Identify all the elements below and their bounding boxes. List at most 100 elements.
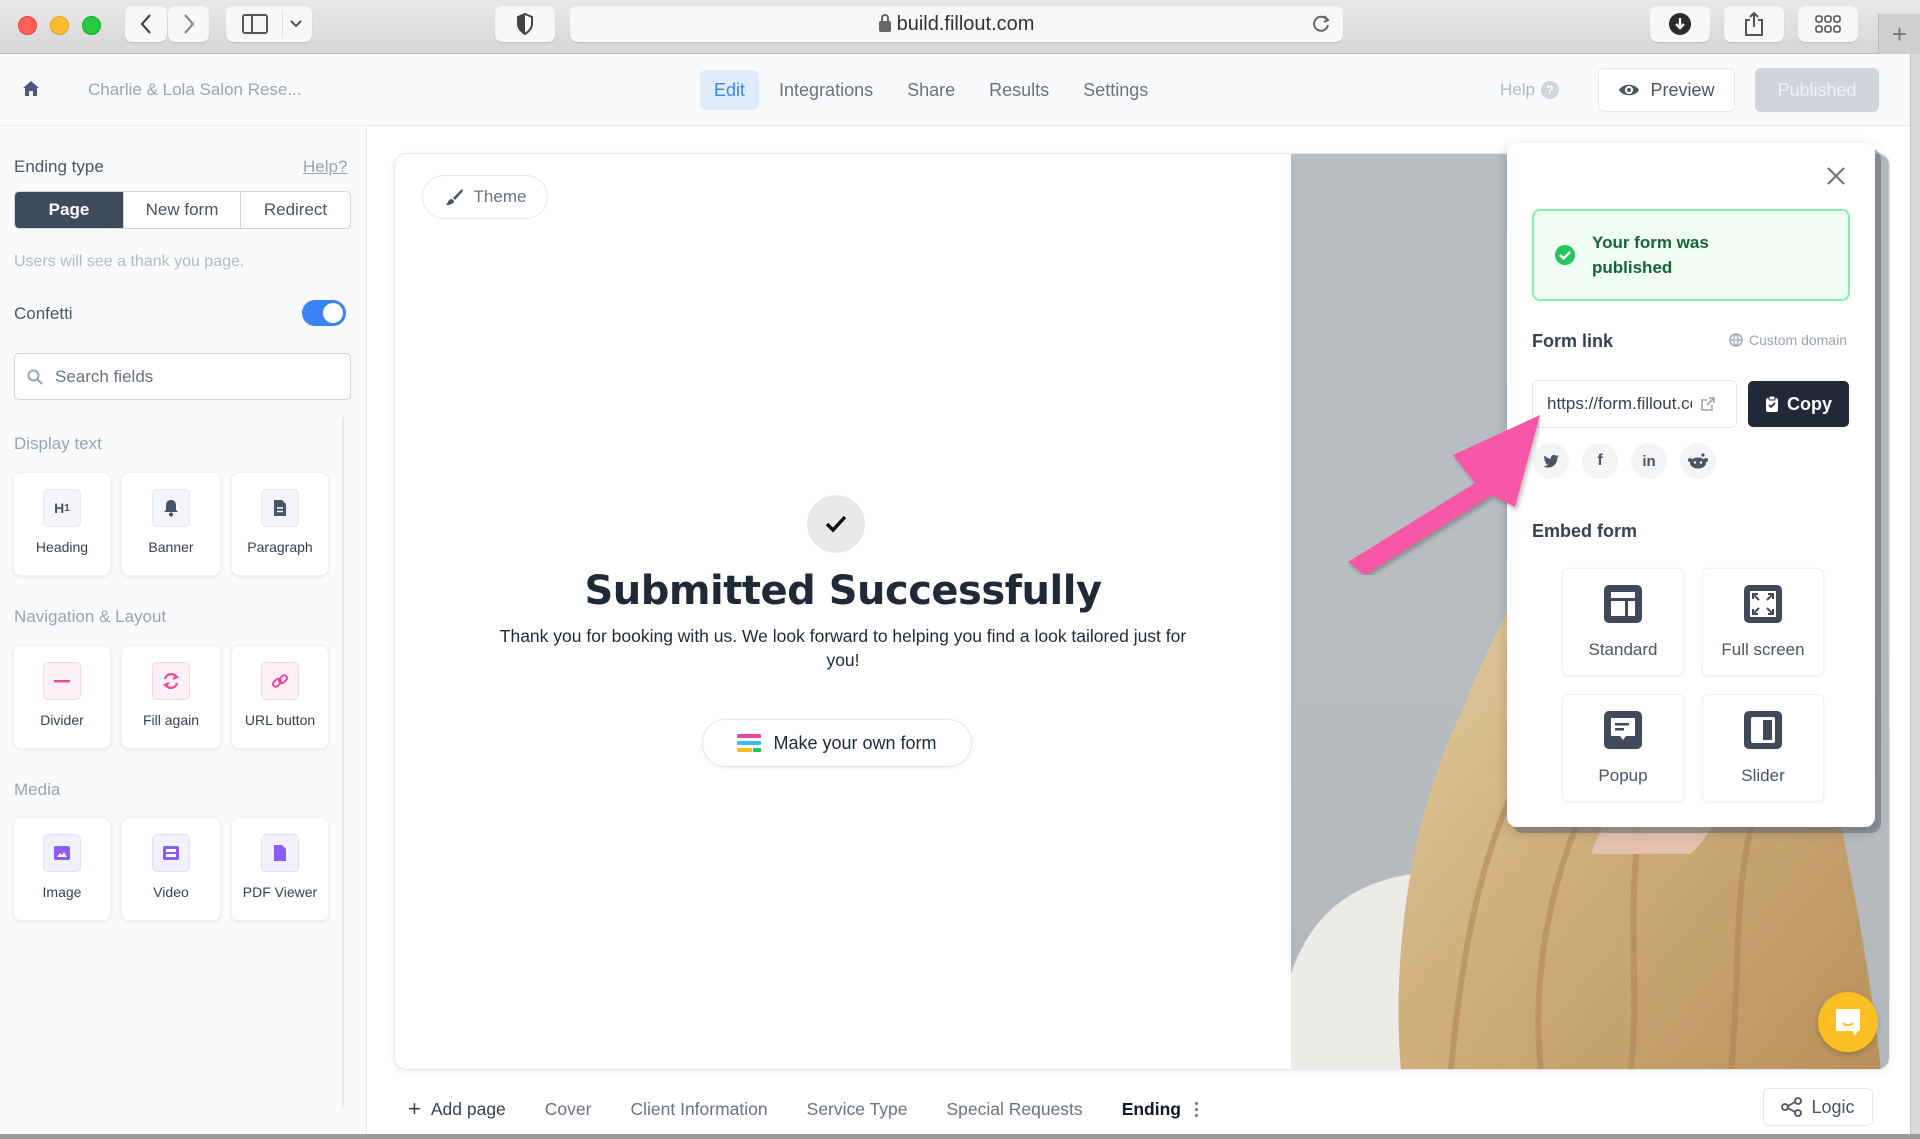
- add-page-button[interactable]: + Add page: [408, 1096, 506, 1122]
- sidebar-toggle-button[interactable]: [226, 6, 312, 42]
- field-tile-image[interactable]: Image: [13, 817, 111, 921]
- logic-button[interactable]: Logic: [1763, 1088, 1873, 1126]
- page-tab-cover[interactable]: Cover: [545, 1099, 592, 1120]
- published-alert: Your form was published: [1532, 209, 1850, 301]
- confetti-toggle[interactable]: [302, 300, 346, 326]
- embed-standard[interactable]: Standard: [1562, 568, 1684, 676]
- close-icon[interactable]: [1825, 165, 1847, 187]
- address-bar[interactable]: build.fillout.com: [570, 6, 1343, 42]
- field-tile-divider[interactable]: Divider: [13, 645, 111, 749]
- twitter-share-button[interactable]: [1533, 443, 1569, 479]
- page-tab-special-requests[interactable]: Special Requests: [946, 1099, 1082, 1120]
- close-window-button[interactable]: [18, 16, 37, 35]
- pdf-icon: [261, 834, 299, 872]
- form-link-field[interactable]: [1532, 380, 1737, 428]
- window-bottom-edge: [0, 1134, 1920, 1139]
- help-link[interactable]: Help?: [303, 157, 347, 177]
- tile-label: PDF Viewer: [242, 884, 318, 900]
- page-tab-service-type[interactable]: Service Type: [807, 1099, 908, 1120]
- main-nav: Edit Integrations Share Results Settings: [700, 70, 1162, 110]
- published-button[interactable]: Published: [1755, 68, 1879, 112]
- field-tile-heading[interactable]: H1 Heading: [13, 472, 111, 576]
- field-tile-url-button[interactable]: URL button: [231, 645, 329, 749]
- tab-settings[interactable]: Settings: [1069, 70, 1162, 110]
- url-text: build.fillout.com: [896, 12, 1035, 35]
- bell-icon: [152, 489, 190, 527]
- field-tile-video[interactable]: Video: [121, 817, 221, 921]
- form-link-input[interactable]: [1547, 394, 1692, 414]
- facebook-share-button[interactable]: f: [1582, 443, 1618, 479]
- sidebar-scrollbar[interactable]: [342, 417, 344, 1107]
- embed-full-screen-label: Full screen: [1721, 640, 1805, 659]
- minimize-window-button[interactable]: [50, 16, 69, 35]
- field-tile-banner[interactable]: Banner: [121, 472, 221, 576]
- search-fields-input[interactable]: [55, 366, 325, 387]
- privacy-shield-button[interactable]: [495, 6, 555, 42]
- tile-label: Divider: [40, 712, 84, 728]
- social-share-buttons: f in: [1533, 443, 1716, 479]
- theme-button[interactable]: Theme: [422, 175, 548, 219]
- preview-label: Preview: [1650, 79, 1715, 100]
- embed-slider-label: Slider: [1741, 766, 1785, 785]
- tile-label: URL button: [244, 712, 316, 728]
- more-options-icon[interactable]: [1194, 1101, 1198, 1117]
- display-text-tiles: H1 Heading Banner Paragraph: [13, 472, 329, 576]
- custom-domain-link[interactable]: Custom domain: [1729, 332, 1847, 348]
- form-title[interactable]: Charlie & Lola Salon Rese...: [88, 80, 302, 100]
- tab-edit[interactable]: Edit: [700, 70, 760, 110]
- embed-full-screen[interactable]: Full screen: [1702, 568, 1824, 676]
- new-tab-button[interactable]: +: [1878, 14, 1920, 54]
- help-button[interactable]: Help ?: [1500, 80, 1559, 100]
- share-icon: [1745, 11, 1763, 36]
- tile-label: Image: [42, 884, 82, 900]
- ending-body: Thank you for booking with us. We look f…: [499, 626, 1187, 670]
- share-page-button[interactable]: [1724, 6, 1784, 42]
- search-fields[interactable]: [14, 353, 351, 400]
- page-tab-client-information[interactable]: Client Information: [630, 1099, 767, 1120]
- theme-label: Theme: [473, 187, 527, 206]
- field-tile-fill-again[interactable]: Fill again: [121, 645, 221, 749]
- field-tile-pdf-viewer[interactable]: PDF Viewer: [231, 817, 329, 921]
- browser-toolbar: build.fillout.com +: [0, 0, 1920, 54]
- chat-icon: [1836, 1009, 1860, 1035]
- form-link-label: Form link: [1532, 331, 1614, 351]
- embed-popup[interactable]: Popup: [1562, 694, 1684, 802]
- preview-button[interactable]: Preview: [1598, 68, 1735, 112]
- ending-type-redirect[interactable]: Redirect: [241, 192, 350, 228]
- tile-label: Banner: [148, 539, 194, 555]
- shield-icon: [517, 13, 533, 35]
- sidebar-icon: [242, 14, 268, 34]
- support-chat-button[interactable]: [1818, 992, 1878, 1052]
- forward-button[interactable]: [168, 6, 209, 42]
- make-form-label: Make your own form: [773, 732, 937, 753]
- ending-type-new-form[interactable]: New form: [124, 192, 241, 228]
- full-screen-embed-icon: [1744, 585, 1782, 623]
- home-icon[interactable]: [22, 80, 40, 98]
- tab-overview-button[interactable]: [1798, 6, 1858, 42]
- paintbrush-icon: [445, 189, 463, 205]
- reddit-share-button[interactable]: [1680, 443, 1716, 479]
- tile-label: Heading: [35, 539, 89, 555]
- back-button[interactable]: [125, 6, 167, 42]
- make-your-own-form-button[interactable]: Make your own form: [702, 719, 972, 767]
- tab-share[interactable]: Share: [893, 70, 969, 110]
- ending-type-page[interactable]: Page: [15, 192, 124, 228]
- maximize-window-button[interactable]: [82, 16, 101, 35]
- tab-results[interactable]: Results: [975, 70, 1063, 110]
- heading-icon: H1: [43, 489, 81, 527]
- copy-link-button[interactable]: Copy: [1748, 381, 1849, 427]
- share-popover: Your form was published Form link Custom…: [1507, 143, 1875, 827]
- twitter-icon: [1543, 454, 1559, 468]
- linkedin-share-button[interactable]: in: [1631, 443, 1667, 479]
- help-label: Help: [1500, 80, 1535, 99]
- ending-type-label: Ending type: [14, 157, 104, 176]
- page-tab-ending[interactable]: Ending: [1122, 1099, 1198, 1120]
- external-link-icon[interactable]: [1700, 396, 1716, 412]
- downloads-button[interactable]: [1650, 6, 1710, 42]
- reload-icon[interactable]: [1311, 12, 1331, 34]
- field-tile-paragraph[interactable]: Paragraph: [231, 472, 329, 576]
- navigation-tiles: Divider Fill again URL button: [13, 645, 329, 749]
- add-page-label: Add page: [430, 1098, 506, 1119]
- embed-slider[interactable]: Slider: [1702, 694, 1824, 802]
- tab-integrations[interactable]: Integrations: [765, 70, 887, 110]
